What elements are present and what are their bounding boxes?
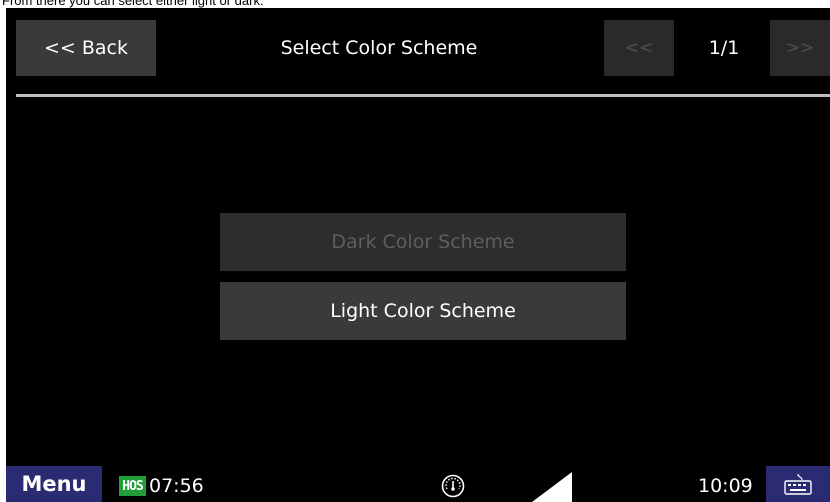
clock-time: 10:09: [698, 475, 753, 497]
next-page-button[interactable]: >>: [770, 20, 830, 76]
hos-time: 07:56: [149, 475, 204, 497]
device-screen: << Back Select Color Scheme << 1/1 >> Da…: [6, 8, 830, 502]
header-divider: [16, 94, 830, 97]
menu-button[interactable]: Menu: [6, 466, 102, 502]
back-button[interactable]: << Back: [16, 20, 156, 76]
keyboard-icon: [784, 473, 812, 495]
page-indicator: 1/1: [708, 37, 740, 59]
caption-text: From there you can select either light o…: [2, 0, 264, 8]
prev-page-button[interactable]: <<: [604, 20, 674, 76]
page-title: Select Color Scheme: [280, 37, 478, 59]
status-bar: Menu HOS 07:56 10:09: [6, 466, 830, 502]
hos-badge: HOS: [119, 476, 146, 496]
speedometer-icon[interactable]: [440, 473, 466, 499]
dark-color-scheme-button[interactable]: Dark Color Scheme: [220, 213, 626, 271]
keyboard-button[interactable]: [766, 466, 830, 502]
signal-strength-icon: [532, 472, 572, 502]
light-color-scheme-button[interactable]: Light Color Scheme: [220, 282, 626, 340]
